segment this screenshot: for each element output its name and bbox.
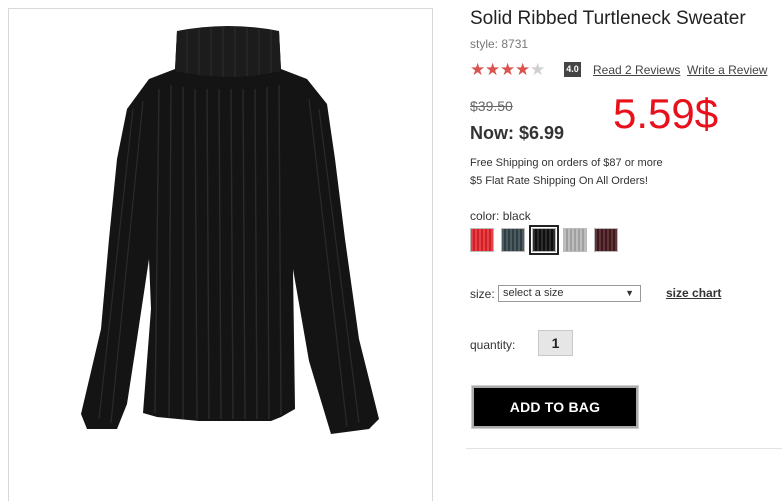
product-image xyxy=(81,26,379,434)
star-filled-icon: ★ xyxy=(515,60,531,79)
size-dropdown[interactable]: select a size ▼ xyxy=(498,285,641,302)
size-chart-link[interactable]: size chart xyxy=(666,286,721,300)
dropdown-arrow-icon: ▼ xyxy=(625,288,634,298)
now-price-value: $6.99 xyxy=(519,123,565,143)
color-swatches xyxy=(470,225,625,255)
star-filled-icon: ★ xyxy=(500,60,516,79)
handwritten-price-annotation: 5.59$ xyxy=(613,90,719,137)
swatch-dark-teal[interactable] xyxy=(501,228,525,252)
write-review-link[interactable]: Write a Review xyxy=(687,63,767,77)
shipping-note-free: Free Shipping on orders of $87 or more xyxy=(470,157,663,169)
selected-color: black xyxy=(502,209,531,223)
product-info: Solid Ribbed Turtleneck Sweater style: 8… xyxy=(470,0,782,501)
quantity-input[interactable]: 1 xyxy=(538,330,573,356)
divider xyxy=(466,448,782,449)
style-number: style: 8731 xyxy=(470,37,529,51)
swatch-red[interactable] xyxy=(470,228,494,252)
size-label: size: xyxy=(470,287,495,301)
swatch-heather-grey[interactable] xyxy=(563,228,587,252)
size-selected-value: select a size xyxy=(503,287,564,299)
swatch-burgundy[interactable] xyxy=(594,228,618,252)
color-label-row: color: black xyxy=(470,209,531,223)
product-title: Solid Ribbed Turtleneck Sweater xyxy=(470,8,746,29)
star-empty-icon: ★ xyxy=(530,60,546,79)
star-rating: ★ ★ ★ ★ ★ xyxy=(470,61,545,78)
rating-value-badge: 4.0 xyxy=(564,62,581,77)
color-label: color: xyxy=(470,209,500,223)
swatch-black[interactable] xyxy=(529,225,559,255)
original-price: $39.50 xyxy=(470,98,513,114)
shipping-note-flat: $5 Flat Rate Shipping On All Orders! xyxy=(470,175,648,187)
read-reviews-link[interactable]: Read 2 Reviews xyxy=(593,63,680,77)
quantity-label: quantity: xyxy=(470,338,516,352)
product-image-panel[interactable] xyxy=(8,8,433,501)
star-filled-icon: ★ xyxy=(470,60,486,79)
star-filled-icon: ★ xyxy=(485,60,501,79)
add-to-bag-button[interactable]: ADD TO BAG xyxy=(472,386,638,428)
now-label: Now: xyxy=(470,123,514,143)
sale-price: Now: $6.99 xyxy=(470,123,564,144)
rating-row: ★ ★ ★ ★ ★ 4.0 Read 2 Reviews Write a Rev… xyxy=(470,61,782,79)
